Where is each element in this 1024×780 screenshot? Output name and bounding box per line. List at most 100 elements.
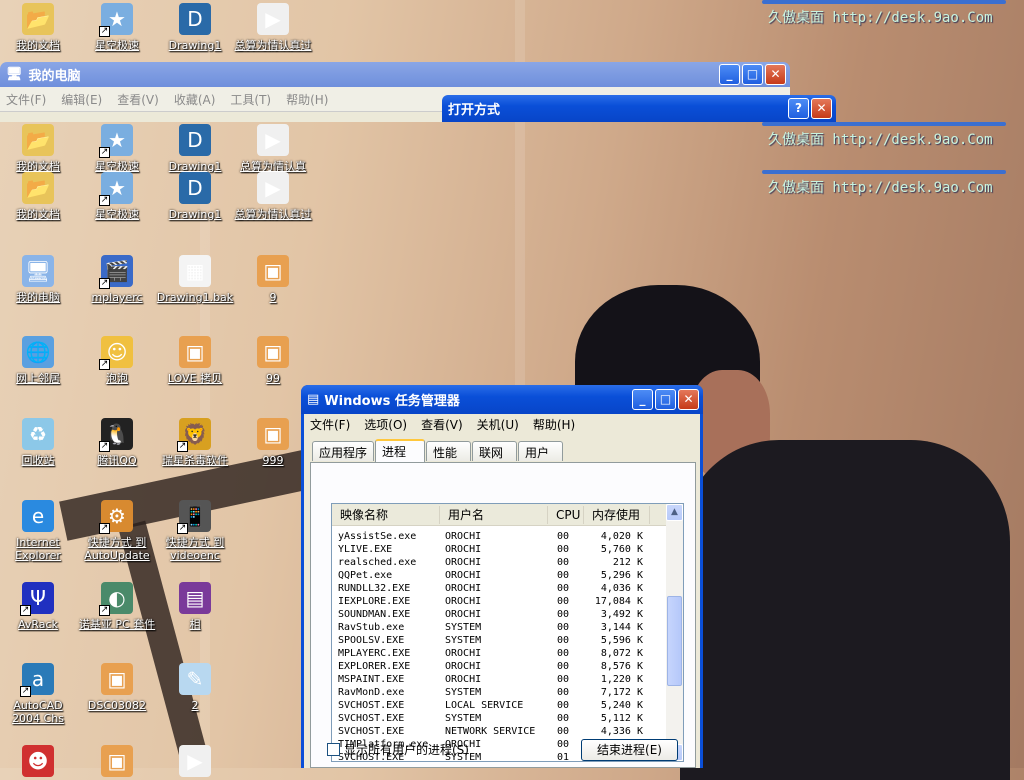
desktop-icon[interactable]: 📂 我的文档: [0, 124, 78, 173]
scroll-up-button[interactable]: ▲: [666, 504, 683, 521]
process-row[interactable]: YLIVE.EXE OROCHI 00 5,760 K: [338, 543, 643, 556]
tab-processes[interactable]: 进程: [375, 439, 426, 462]
column-cpu[interactable]: CPU: [548, 505, 584, 524]
desktop-icon[interactable]: ☺ ↗ 泡泡: [77, 336, 157, 385]
column-user-name[interactable]: 用户名: [440, 505, 548, 524]
title-bar[interactable]: ▤ Windows 任务管理器 _ □ ✕: [301, 385, 703, 414]
desktop-icon[interactable]: a ↗ AutoCAD 2004 Chs: [0, 663, 78, 725]
process-row[interactable]: MSPAINT.EXE OROCHI 00 1,220 K: [338, 673, 643, 686]
menu-view[interactable]: 查看(V): [415, 416, 471, 433]
desktop-icon[interactable]: ☻: [0, 745, 78, 777]
process-user: OROCHI: [445, 583, 482, 594]
desktop-icon[interactable]: Ψ ↗ AvRack: [0, 582, 78, 631]
process-row[interactable]: SVCHOST.EXE NETWORK SERVICE 00 4,336 K: [338, 725, 643, 738]
desktop-icon[interactable]: ✎ 2: [155, 663, 235, 712]
desktop-icon-label: Drawing1: [168, 208, 222, 221]
desktop-icon[interactable]: ▣ 99: [233, 336, 313, 385]
app-icon: ▣: [257, 418, 289, 450]
process-row[interactable]: SVCHOST.EXE SYSTEM 00 5,112 K: [338, 712, 643, 725]
minimize-button[interactable]: _: [719, 64, 740, 85]
process-row[interactable]: QQPet.exe OROCHI 00 5,296 K: [338, 569, 643, 582]
process-row[interactable]: RUNDLL32.EXE OROCHI 00 4,036 K: [338, 582, 643, 595]
desktop-icon[interactable]: 🌐 网上邻居: [0, 336, 78, 385]
desktop-icon[interactable]: e Internet Explorer: [0, 500, 78, 562]
scroll-thumb[interactable]: [667, 596, 682, 686]
desktop-icon[interactable]: ▣: [77, 745, 157, 777]
menu-help[interactable]: 帮助(H): [527, 416, 583, 433]
title-bar[interactable]: 打开方式 ? ✕: [442, 95, 836, 122]
desktop-icon[interactable]: 📱 ↗ 快捷方式 到 videoenc: [155, 500, 235, 562]
show-all-users-checkbox[interactable]: 显示所有用户的进程(S): [327, 741, 469, 758]
desktop-icon[interactable]: 📂 我的文档: [0, 172, 78, 221]
process-row[interactable]: SVCHOST.EXE LOCAL SERVICE 00 5,240 K: [338, 699, 643, 712]
desktop-icon[interactable]: ▦ Drawing1.bak: [155, 255, 235, 304]
checkbox-box[interactable]: [327, 743, 340, 756]
desktop-icon[interactable]: 🎬 ↗ mplayerc: [77, 255, 157, 304]
app-icon: ▣: [257, 255, 289, 287]
end-process-button[interactable]: 结束进程(E): [581, 739, 678, 761]
help-button[interactable]: ?: [788, 98, 809, 119]
maximize-button[interactable]: □: [742, 64, 763, 85]
desktop-icon[interactable]: ▣ DSC03082: [77, 663, 157, 712]
desktop-icon[interactable]: ▶ 总算为情认真: [233, 124, 313, 173]
scrollbar[interactable]: ▲ ▼: [666, 504, 683, 761]
menu-shutdown[interactable]: 关机(U): [471, 416, 527, 433]
menu-edit[interactable]: 编辑(E): [55, 91, 111, 108]
menu-favorites[interactable]: 收藏(A): [168, 91, 225, 108]
menu-tools[interactable]: 工具(T): [224, 91, 280, 108]
menu-view[interactable]: 查看(V): [111, 91, 168, 108]
desktop-icon-label: 星空极速: [95, 39, 139, 52]
process-row[interactable]: MPLAYERC.EXE OROCHI 00 8,072 K: [338, 647, 643, 660]
desktop-icon[interactable]: 🐧 ↗ 腾讯QQ: [77, 418, 157, 467]
process-row[interactable]: SPOOLSV.EXE SYSTEM 00 5,596 K: [338, 634, 643, 647]
desktop-icon[interactable]: ◐ ↗ 诺基亚 PC 套件: [77, 582, 157, 631]
column-memory[interactable]: 内存使用: [584, 505, 650, 524]
column-image-name[interactable]: 映像名称: [332, 505, 440, 524]
desktop-icon-label: 回收站: [21, 454, 55, 467]
open-with-dialog: 打开方式 ? ✕: [442, 95, 836, 122]
title-bar[interactable]: 🖥 我的电脑 _ □ ✕: [0, 62, 790, 87]
menu-options[interactable]: 选项(O): [358, 416, 415, 433]
desktop-icon[interactable]: ▶ 总算为情认真过: [233, 172, 313, 221]
process-row[interactable]: IEXPLORE.EXE OROCHI 00 17,084 K: [338, 595, 643, 608]
process-row[interactable]: EXPLORER.EXE OROCHI 00 8,576 K: [338, 660, 643, 673]
menu-file[interactable]: 文件(F): [0, 91, 55, 108]
desktop-icon[interactable]: ★ ↗ 星空极速: [77, 3, 157, 52]
process-row[interactable]: SOUNDMAN.EXE OROCHI 00 3,492 K: [338, 608, 643, 621]
app-icon: ☻: [22, 745, 54, 777]
menu-file[interactable]: 文件(F): [304, 416, 358, 433]
tab-performance[interactable]: 性能: [426, 441, 472, 461]
desktop-icon[interactable]: D Drawing1: [155, 124, 235, 173]
shortcut-arrow-icon: ↗: [99, 278, 110, 289]
desktop-icon[interactable]: ▶ 总算为情认真过: [233, 3, 313, 52]
process-row[interactable]: RavMonD.exe SYSTEM 00 7,172 K: [338, 686, 643, 699]
desktop-icon[interactable]: ♻ 回收站: [0, 418, 78, 467]
desktop-icon[interactable]: 🖥 我的电脑: [0, 255, 78, 304]
app-icon: D: [179, 3, 211, 35]
close-button[interactable]: ✕: [678, 389, 699, 410]
tab-networking[interactable]: 联网: [472, 441, 518, 461]
tab-applications[interactable]: 应用程序: [312, 441, 375, 461]
tab-users[interactable]: 用户: [518, 441, 564, 461]
desktop-icon[interactable]: ★ ↗ 星空极速: [77, 124, 157, 173]
close-button[interactable]: ✕: [765, 64, 786, 85]
menu-help[interactable]: 帮助(H): [280, 91, 337, 108]
desktop-icon[interactable]: 📂 我的文档: [0, 3, 78, 52]
desktop-icon[interactable]: ★ ↗ 星空极速: [77, 172, 157, 221]
desktop-icon[interactable]: D Drawing1: [155, 3, 235, 52]
process-row[interactable]: RavStub.exe SYSTEM 00 3,144 K: [338, 621, 643, 634]
desktop-icon-label: 泡泡: [106, 372, 128, 385]
desktop-icon[interactable]: ▶: [155, 745, 235, 777]
process-list[interactable]: 映像名称 用户名 CPU 内存使用 yAssistSe.exe OROCHI 00 4…: [331, 503, 684, 762]
desktop-icon[interactable]: D Drawing1: [155, 172, 235, 221]
desktop-icon[interactable]: ▤ 相: [155, 582, 235, 631]
close-button[interactable]: ✕: [811, 98, 832, 119]
desktop-icon[interactable]: ⚙ ↗ 快捷方式 到 AutoUpdate: [77, 500, 157, 562]
minimize-button[interactable]: _: [632, 389, 653, 410]
desktop-icon[interactable]: ▣ LOVE 拷贝: [155, 336, 235, 385]
process-row[interactable]: yAssistSe.exe OROCHI 00 4,020 K: [338, 530, 643, 543]
process-row[interactable]: realsched.exe OROCHI 00 212 K: [338, 556, 643, 569]
desktop-icon[interactable]: ▣ 9: [233, 255, 313, 304]
desktop-icon[interactable]: 🦁 ↗ 瑞星杀毒软件: [155, 418, 235, 467]
maximize-button[interactable]: □: [655, 389, 676, 410]
